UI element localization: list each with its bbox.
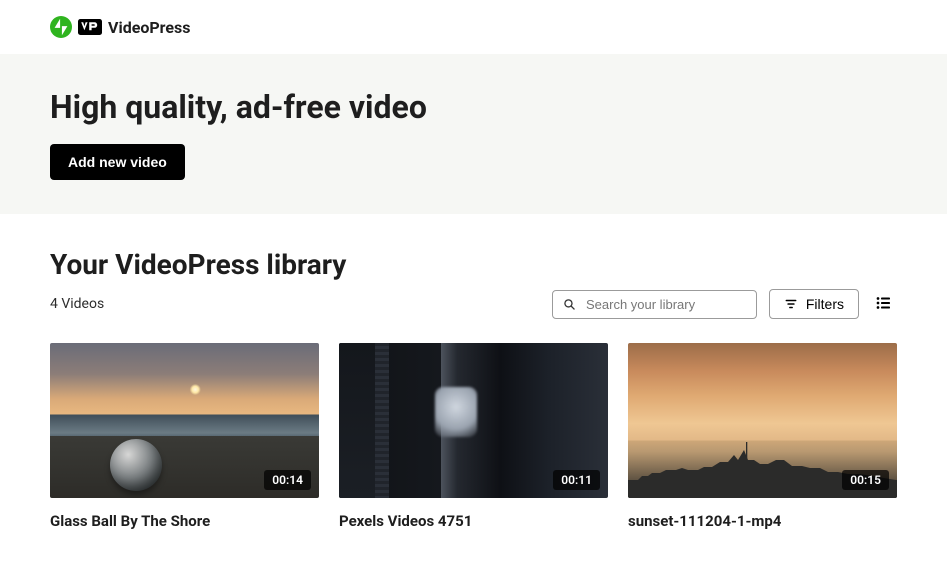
video-title: sunset-111204-1-mp4 <box>628 512 897 530</box>
view-toggle-button[interactable] <box>871 290 897 319</box>
add-video-button[interactable]: Add new video <box>50 144 185 180</box>
video-count: 4 Videos <box>50 296 104 312</box>
filter-icon <box>784 297 798 311</box>
list-view-icon <box>875 294 893 312</box>
search-icon <box>563 297 576 312</box>
video-grid: 00:14 Glass Ball By The Shore 00:11 Pexe… <box>50 343 897 530</box>
video-duration: 00:14 <box>264 470 311 490</box>
video-card[interactable]: 00:11 Pexels Videos 4751 <box>339 343 608 530</box>
header: VideoPress <box>0 0 947 54</box>
library-toolbar: 4 Videos Filters <box>50 289 897 319</box>
videopress-icon <box>78 18 102 36</box>
video-thumbnail: 00:14 <box>50 343 319 498</box>
video-thumbnail: 00:15 <box>628 343 897 498</box>
brand-name: VideoPress <box>108 18 190 37</box>
hero: High quality, ad-free video Add new vide… <box>0 54 947 214</box>
video-card[interactable]: 00:14 Glass Ball By The Shore <box>50 343 319 530</box>
video-duration: 00:15 <box>842 470 889 490</box>
filters-label: Filters <box>806 296 844 312</box>
brand-logo[interactable]: VideoPress <box>50 16 190 38</box>
library-title: Your VideoPress library <box>50 248 897 281</box>
video-card[interactable]: 00:15 sunset-111204-1-mp4 <box>628 343 897 530</box>
library-controls: Filters <box>552 289 897 319</box>
video-thumbnail: 00:11 <box>339 343 608 498</box>
hero-title: High quality, ad-free video <box>50 88 897 126</box>
search-input[interactable] <box>586 297 746 312</box>
content: Your VideoPress library 4 Videos Filters <box>0 214 947 560</box>
video-title: Pexels Videos 4751 <box>339 512 608 530</box>
filters-button[interactable]: Filters <box>769 289 859 319</box>
jetpack-icon <box>50 16 72 38</box>
video-duration: 00:11 <box>553 470 600 490</box>
search-input-wrap[interactable] <box>552 290 757 319</box>
video-title: Glass Ball By The Shore <box>50 512 319 530</box>
